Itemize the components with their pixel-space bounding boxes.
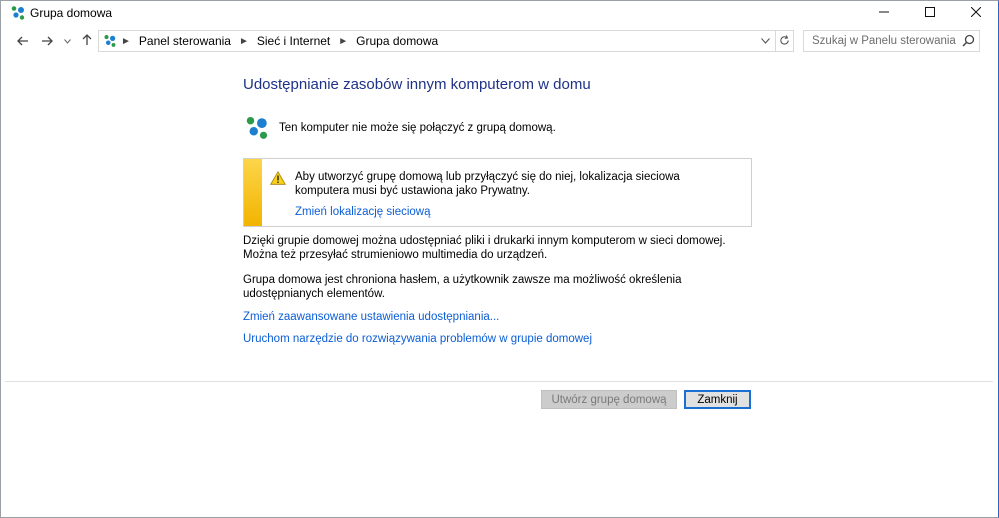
homegroup-location-icon bbox=[103, 34, 117, 51]
chevron-down-icon bbox=[63, 36, 71, 46]
close-button[interactable]: Zamknij bbox=[684, 390, 751, 409]
breadcrumb-item-control-panel[interactable]: Panel sterowania bbox=[139, 34, 231, 48]
address-bar[interactable]: ► Panel sterowania ► Sieć i Internet ► G… bbox=[98, 30, 776, 52]
warning-panel: Aby utworzyć grupę domową lub przyłączyć… bbox=[243, 158, 752, 227]
change-network-location-link[interactable]: Zmień lokalizację sieciową bbox=[295, 206, 431, 218]
page-heading: Udostępnianie zasobów innym komputerom w… bbox=[243, 76, 591, 93]
chevron-down-icon bbox=[760, 38, 770, 44]
breadcrumb-separator-icon: ► bbox=[121, 35, 131, 47]
arrow-right-icon bbox=[41, 33, 53, 50]
homegroup-status-icon bbox=[244, 115, 270, 144]
window-title: Grupa domowa bbox=[30, 6, 113, 20]
close-icon bbox=[970, 6, 982, 20]
forward-button[interactable] bbox=[36, 29, 58, 53]
breadcrumb: ► Panel sterowania ► Sieć i Internet ► G… bbox=[121, 34, 438, 48]
minimize-button[interactable] bbox=[861, 0, 907, 26]
search-icon[interactable] bbox=[962, 34, 975, 50]
navigation-bar: ► Panel sterowania ► Sieć i Internet ► G… bbox=[0, 29, 999, 53]
troubleshoot-homegroup-link[interactable]: Uruchom narzędzie do rozwiązywania probl… bbox=[243, 333, 592, 345]
breadcrumb-item-homegroup[interactable]: Grupa domowa bbox=[356, 34, 438, 48]
breadcrumb-separator-icon[interactable]: ► bbox=[338, 36, 348, 47]
breadcrumb-item-network-internet[interactable]: Sieć i Internet bbox=[257, 34, 330, 48]
arrow-left-icon bbox=[17, 33, 29, 50]
arrow-up-icon bbox=[82, 33, 92, 50]
maximize-icon bbox=[925, 6, 935, 20]
create-homegroup-button[interactable]: Utwórz grupę domową bbox=[541, 390, 677, 409]
warning-stripe bbox=[244, 159, 262, 226]
close-window-button[interactable] bbox=[953, 0, 999, 26]
address-dropdown-button[interactable] bbox=[757, 31, 773, 51]
maximize-button[interactable] bbox=[907, 0, 953, 26]
back-button[interactable] bbox=[12, 29, 34, 53]
homegroup-icon bbox=[10, 5, 26, 24]
title-bar: Grupa domowa bbox=[0, 0, 999, 26]
connection-status-text: Ten komputer nie może się połączyć z gru… bbox=[279, 122, 556, 134]
warning-icon bbox=[270, 171, 286, 188]
footer-divider bbox=[5, 381, 993, 382]
warning-text: Aby utworzyć grupę domową lub przyłączyć… bbox=[295, 171, 680, 197]
search-input[interactable] bbox=[804, 31, 962, 51]
refresh-icon bbox=[779, 34, 790, 49]
breadcrumb-separator-icon[interactable]: ► bbox=[239, 36, 249, 47]
refresh-button[interactable] bbox=[775, 30, 794, 52]
advanced-sharing-settings-link[interactable]: Zmień zaawansowane ustawienia udostępnia… bbox=[243, 311, 499, 323]
minimize-icon bbox=[879, 6, 889, 20]
description-paragraph-2: Grupa domowa jest chroniona hasłem, a uż… bbox=[243, 274, 682, 300]
recent-locations-button[interactable] bbox=[60, 29, 74, 53]
description-paragraph-1: Dzięki grupie domowej można udostępniać … bbox=[243, 235, 726, 261]
up-button[interactable] bbox=[76, 29, 98, 53]
search-box[interactable] bbox=[803, 30, 980, 52]
